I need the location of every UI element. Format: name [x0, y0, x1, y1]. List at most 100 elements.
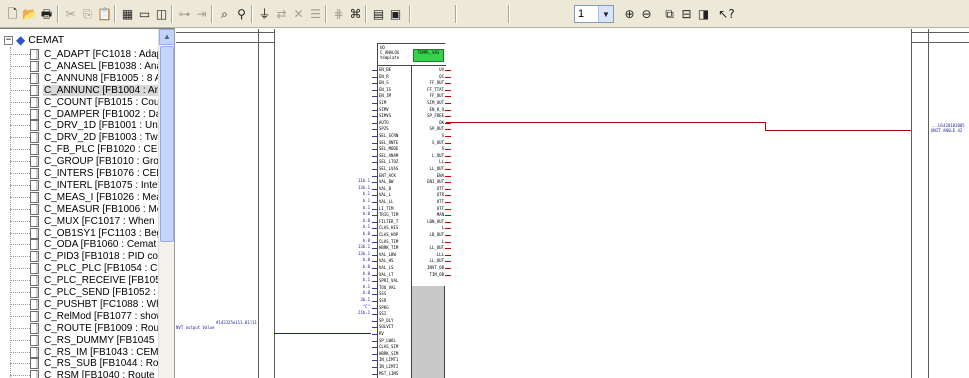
- input-pin[interactable]: FILTER_T: [379, 219, 410, 225]
- new-document-icon[interactable]: 🗋: [4, 6, 21, 22]
- input-pin[interactable]: VAL_LS: [379, 265, 410, 271]
- output-pin[interactable]: UV: [414, 67, 444, 73]
- output-pin[interactable]: FF_OUT: [414, 93, 444, 99]
- replace-icon[interactable]: ⇄: [273, 6, 290, 22]
- print-icon[interactable]: 🖶: [38, 6, 55, 22]
- input-pin[interactable]: SEL_LTOZ: [379, 159, 410, 165]
- scroll-thumb[interactable]: [160, 46, 174, 242]
- input-pin[interactable]: VAL_LT: [379, 272, 410, 278]
- input-pin[interactable]: EN_IM: [379, 93, 410, 99]
- output-pin[interactable]: L_OUT: [414, 153, 444, 159]
- input-pin[interactable]: CLAS_SIM: [379, 344, 410, 350]
- input-pin[interactable]: IN_LIMT1: [379, 357, 410, 363]
- input-pin[interactable]: TRIG_TIM: [379, 212, 410, 218]
- input-pin[interactable]: VAL_BW: [379, 179, 410, 185]
- input-pin[interactable]: SSR: [379, 298, 410, 304]
- input-pin[interactable]: EN_BE: [379, 67, 410, 73]
- output-pin[interactable]: LL_OUT: [414, 245, 444, 251]
- copy-icon[interactable]: ⎘: [79, 6, 96, 22]
- input-pin[interactable]: TOO_VAL: [379, 285, 410, 291]
- output-pin[interactable]: OK: [414, 120, 444, 126]
- input-pin[interactable]: CLAS_HOP: [379, 232, 410, 238]
- input-pin[interactable]: EN_R: [379, 74, 410, 80]
- input-pin[interactable]: SSS: [379, 291, 410, 297]
- output-connection-wire[interactable]: [446, 121, 766, 123]
- input-pin[interactable]: SEL_LVAS: [379, 166, 410, 172]
- output-pin[interactable]: S: [414, 146, 444, 152]
- input-pin[interactable]: MST_LIMS: [379, 371, 410, 377]
- zoom-in-icon[interactable]: ⊕: [621, 6, 638, 22]
- sheet-icon[interactable]: ▣: [387, 6, 404, 22]
- output-pin[interactable]: SP_OUT: [414, 126, 444, 132]
- input-pin[interactable]: SEL_ANAM: [379, 153, 410, 159]
- output-pin[interactable]: SP_FREE: [414, 113, 444, 119]
- input-pin[interactable]: SP_LWOL: [379, 338, 410, 344]
- output-pin[interactable]: EN_R_O: [414, 107, 444, 113]
- connect-icon[interactable]: ⊶: [176, 6, 193, 22]
- output-pin[interactable]: MAN: [414, 212, 444, 218]
- input-pin[interactable]: EN_IS: [379, 87, 410, 93]
- output-pin[interactable]: L: [414, 239, 444, 245]
- input-pin[interactable]: CLAS_HIS: [379, 225, 410, 231]
- output-pin[interactable]: UTT: [414, 199, 444, 205]
- split-view-icon[interactable]: ◫: [153, 6, 170, 22]
- function-block[interactable]: UO C_ANALOG template TEMPL_VAS EN_BE EN_R…: [372, 43, 451, 378]
- input-pin[interactable]: SPZS: [379, 126, 410, 132]
- input-pin[interactable]: SP_DLY: [379, 318, 410, 324]
- output-pin[interactable]: ENI_OUT: [414, 179, 444, 185]
- scroll-up-arrow-icon[interactable]: ▲: [159, 29, 174, 45]
- output-pin[interactable]: TIM_OB: [414, 272, 444, 278]
- output-pin[interactable]: LL_OUT: [414, 166, 444, 172]
- layout-icon[interactable]: ⌘: [347, 6, 364, 22]
- output-pin[interactable]: FF_TTAT: [414, 87, 444, 93]
- output-pin[interactable]: LBN_OUT: [414, 219, 444, 225]
- block-tree-panel[interactable]: − ◆ CEMAT C_ADAPT [FC1018 : Adapte C_ANAS…: [0, 28, 175, 378]
- input-pin[interactable]: EN_S: [379, 80, 410, 86]
- collapse-icon[interactable]: −: [4, 35, 13, 45]
- cut-icon[interactable]: ✂: [62, 6, 79, 22]
- input-pin[interactable]: VAL_LL: [379, 199, 410, 205]
- find-icon[interactable]: ⌕: [216, 6, 233, 22]
- output-pin[interactable]: LL: [414, 159, 444, 165]
- dropdown-arrow-icon[interactable]: ▼: [598, 6, 613, 22]
- input-pin[interactable]: VAL_HS: [379, 258, 410, 264]
- input-pin[interactable]: HBRK_TIM: [379, 245, 410, 251]
- align-icon[interactable]: ☰: [307, 6, 324, 22]
- window-icon[interactable]: ▭: [136, 6, 153, 22]
- input-pin[interactable]: LI_TIM: [379, 206, 410, 212]
- input-pin[interactable]: AUTO: [379, 120, 410, 126]
- input-pin[interactable]: IN_LIMT2: [379, 364, 410, 370]
- output-pin[interactable]: UTR: [414, 192, 444, 198]
- cascade-icon[interactable]: ⊟: [678, 6, 695, 22]
- input-pin[interactable]: SOLVIT: [379, 324, 410, 330]
- input-pin[interactable]: SIMVS: [379, 113, 410, 119]
- delete-connection-icon[interactable]: ✕: [290, 6, 307, 22]
- input-sheet-bar-ref[interactable]: #142325e111.01]11 NVT output Value: [176, 320, 257, 330]
- output-pin[interactable]: UTT: [414, 206, 444, 212]
- output-sheet-bar-ref[interactable]: ...U1420102005 UNIT ANGLE 42: [931, 123, 965, 133]
- input-pin[interactable]: SSI: [379, 311, 410, 317]
- input-pin[interactable]: VAL_L: [379, 192, 410, 198]
- grid-toggle-icon[interactable]: ⋕: [330, 6, 347, 22]
- paste-icon[interactable]: 📋: [96, 6, 113, 22]
- input-connection-wire[interactable]: [274, 333, 371, 334]
- output-pin[interactable]: ENA: [414, 173, 444, 179]
- binoculars-icon[interactable]: ⚲: [233, 6, 250, 22]
- help-pointer-icon[interactable]: ↖?: [718, 6, 735, 22]
- panel-icon[interactable]: ◨: [695, 6, 712, 22]
- input-pin[interactable]: ENT_ACK: [379, 173, 410, 179]
- input-pin[interactable]: HBRK_SIM: [379, 351, 410, 357]
- block-view-icon[interactable]: ▦: [119, 6, 136, 22]
- input-pin[interactable]: SIM: [379, 100, 410, 106]
- insert-input-icon[interactable]: ⇥: [193, 6, 210, 22]
- output-pin[interactable]: S_OUT: [414, 140, 444, 146]
- table-icon[interactable]: ▤: [370, 6, 387, 22]
- output-pin[interactable]: QC: [414, 74, 444, 80]
- input-pin[interactable]: CLAS_TIM: [379, 239, 410, 245]
- tree-item[interactable]: C_RSM [FB1040 : Route Sel: [10, 369, 173, 378]
- zoom-select[interactable]: 1 ▼: [574, 5, 614, 23]
- output-pin[interactable]: INVT_OB: [414, 265, 444, 271]
- output-pin[interactable]: LL_OUT: [414, 258, 444, 264]
- open-folder-icon[interactable]: 📂: [21, 6, 38, 22]
- output-pin[interactable]: SIM_OUT: [414, 100, 444, 106]
